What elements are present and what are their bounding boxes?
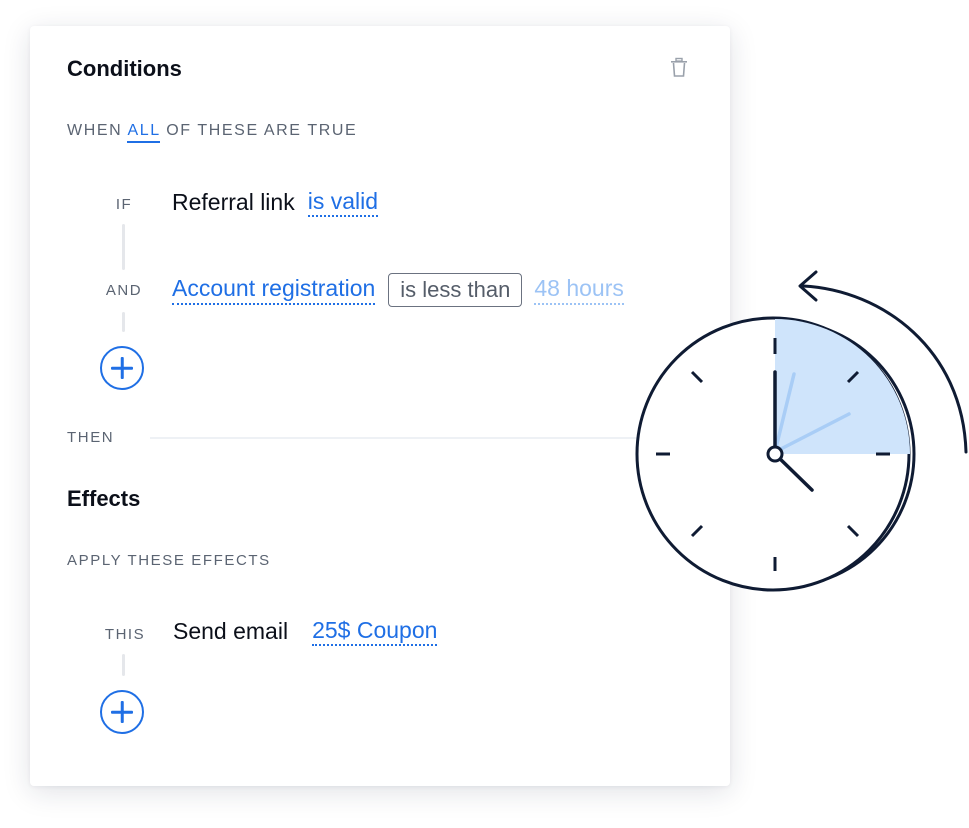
when-prefix: WHEN [67,122,123,139]
condition-subject-link[interactable]: Account registration [172,275,376,305]
effects-title: Effects [67,486,141,511]
add-condition-button[interactable] [100,346,144,390]
when-clause: WHEN ALL OF THESE ARE TRUE [67,122,358,143]
condition-operator-link[interactable]: is valid [307,188,379,218]
connector-line [122,312,125,332]
if-label: IF [115,196,133,213]
condition-row-referral: Referral link is valid [172,188,379,218]
add-effect-button[interactable] [100,690,144,734]
then-label: THEN [67,429,115,446]
connector-line [122,654,125,676]
effect-target-link[interactable]: 25$ Coupon [312,617,438,647]
duration-value-link[interactable]: 48 hours [534,275,624,305]
condition-row-registration: Account registration is less than 48 hou… [172,273,624,307]
trash-icon [671,57,687,77]
match-mode-toggle[interactable]: ALL [127,122,161,143]
connector-line [122,224,125,270]
effects-subtitle: APPLY THESE EFFECTS [67,552,271,569]
clock-rewind-icon [635,270,968,592]
effect-row-email: Send email 25$ Coupon [173,617,438,647]
then-divider [150,437,650,439]
and-label: AND [105,282,143,299]
conditions-title: Conditions [67,56,182,81]
this-label: THIS [104,626,146,643]
delete-button[interactable] [668,56,690,78]
effect-action: Send email [173,618,289,645]
when-suffix: OF THESE ARE TRUE [166,122,358,139]
condition-subject: Referral link [172,189,295,216]
operator-select[interactable]: is less than [388,273,523,307]
